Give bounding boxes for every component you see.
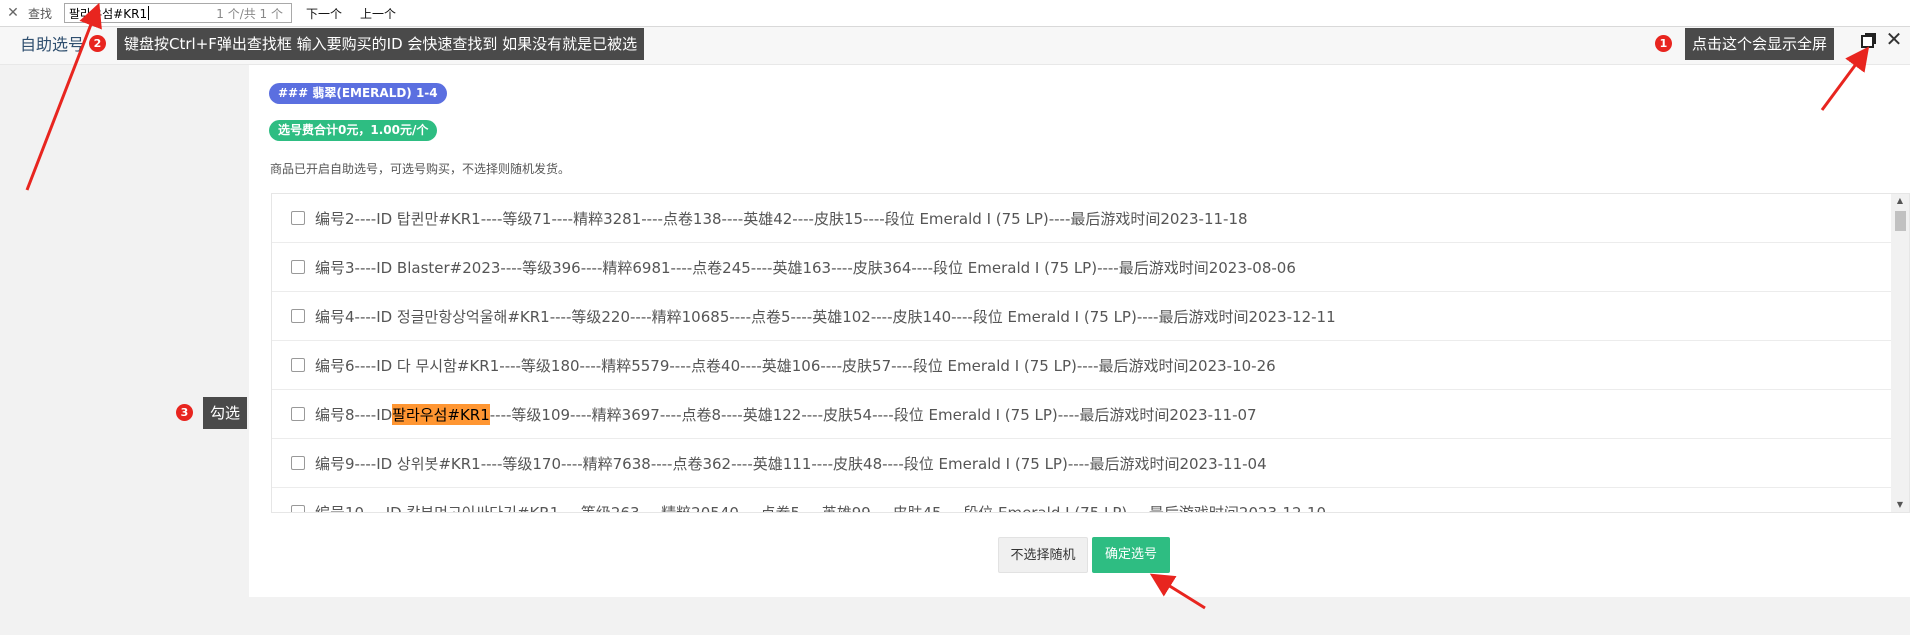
account-list: 编号2----ID 탑퀸만#KR1----等级71----精粹3281----点… (271, 193, 1910, 513)
list-item[interactable]: 编号2----ID 탑퀸만#KR1----等级71----精粹3281----点… (272, 194, 1892, 243)
product-badge: ### 翡翠(EMERALD) 1-4 (269, 83, 447, 104)
annotation-number: 1 (1655, 35, 1672, 52)
row-text: 编号9----ID 상위봇#KR1----等级170----精粹7638----… (315, 454, 1267, 473)
annotation-tip: 键盘按Ctrl+F弹出查找框 输入要购买的ID 会快速查找到 如果没有就是已被选 (117, 28, 645, 60)
notice-text: 商品已开启自助选号，可选号购买，不选择则随机发货。 (270, 162, 571, 176)
row-text: 编号4----ID 정글만항상억울해#KR1----等级220----精粹106… (315, 307, 1336, 326)
list-item[interactable]: 编号10----ID 칼부먼고이싸다기#KR1----等级263----精粹20… (272, 488, 1892, 513)
find-prev-button[interactable]: 上一个 (356, 5, 400, 22)
row-text: 编号2----ID 탑퀸만#KR1----等级71----精粹3281----点… (315, 209, 1248, 228)
find-next-button[interactable]: 下一个 (302, 5, 346, 22)
list-item-highlighted[interactable]: 编号8----ID 팔라우섬#KR1 ----等级109----精粹3697---… (272, 390, 1892, 439)
panel-title: 自助选号 (20, 35, 85, 54)
find-match-count: 1 个/共 1 个 (216, 6, 284, 21)
account-list-rows: 编号2----ID 탑퀸만#KR1----等级71----精粹3281----点… (272, 194, 1892, 513)
row-text-suffix: ----等级109----精粹3697----点卷8----英雄122----皮… (489, 405, 1257, 424)
row-checkbox[interactable] (291, 358, 305, 372)
content-panel: ### 翡翠(EMERALD) 1-4 选号费合计0元，1.00元/个 商品已开… (249, 65, 1910, 597)
annotation-number: 2 (89, 35, 106, 52)
find-input-value: 팔라우섬#KR1 (69, 6, 148, 21)
text-caret (148, 6, 150, 20)
restore-window-icon[interactable] (1860, 31, 1878, 49)
row-checkbox[interactable] (291, 505, 305, 512)
fee-badge: 选号费合计0元，1.00元/个 (269, 120, 438, 141)
scrollbar[interactable]: ▲ ▼ (1891, 194, 1909, 512)
scroll-down-icon[interactable]: ▼ (1891, 498, 1909, 512)
scroll-up-icon[interactable]: ▲ (1891, 194, 1909, 208)
list-item[interactable]: 编号4----ID 정글만항상억울해#KR1----等级220----精粹106… (272, 292, 1892, 341)
close-icon[interactable]: ✕ (2, 5, 24, 21)
find-label: 查找 (28, 6, 53, 21)
confirm-select-button[interactable]: 确定选号 (1092, 537, 1170, 573)
row-checkbox[interactable] (291, 260, 305, 274)
find-bar: ✕ 查找 팔라우섬#KR1 1 个/共 1 个 下一个 上一个 (0, 0, 1910, 27)
annotation-number: 3 (176, 404, 193, 421)
scroll-thumb[interactable] (1895, 211, 1906, 231)
annotation-tip: 点击这个会显示全屏 (1685, 28, 1835, 60)
list-item[interactable]: 编号9----ID 상위봇#KR1----等级170----精粹7638----… (272, 439, 1892, 488)
row-checkbox[interactable] (291, 407, 305, 421)
row-checkbox[interactable] (291, 309, 305, 323)
row-text: 编号6----ID 다 무시함#KR1----等级180----精粹5579--… (315, 356, 1276, 375)
list-item[interactable]: 编号6----ID 다 무시함#KR1----等级180----精粹5579--… (272, 341, 1892, 390)
row-text: 编号8----ID 팔라우섬#KR1 ----等级109----精粹3697---… (315, 403, 1257, 425)
row-text: 编号10----ID 칼부먼고이싸다기#KR1----等级263----精粹20… (315, 503, 1327, 513)
row-text-prefix: 编号8----ID (315, 405, 393, 424)
random-select-button[interactable]: 不选择随机 (998, 537, 1088, 573)
row-checkbox[interactable] (291, 456, 305, 470)
close-icon[interactable]: ✕ (1883, 27, 1905, 53)
search-highlight: 팔라우섬#KR1 (392, 403, 490, 425)
annotation-tip: 勾选 (203, 397, 248, 429)
list-item[interactable]: 编号3----ID Blaster#2023----等级396----精粹698… (272, 243, 1892, 292)
row-text: 编号3----ID Blaster#2023----等级396----精粹698… (315, 258, 1296, 277)
find-input[interactable]: 팔라우섬#KR1 1 个/共 1 个 (64, 3, 293, 23)
row-checkbox[interactable] (291, 211, 305, 225)
sidebar (0, 65, 249, 635)
